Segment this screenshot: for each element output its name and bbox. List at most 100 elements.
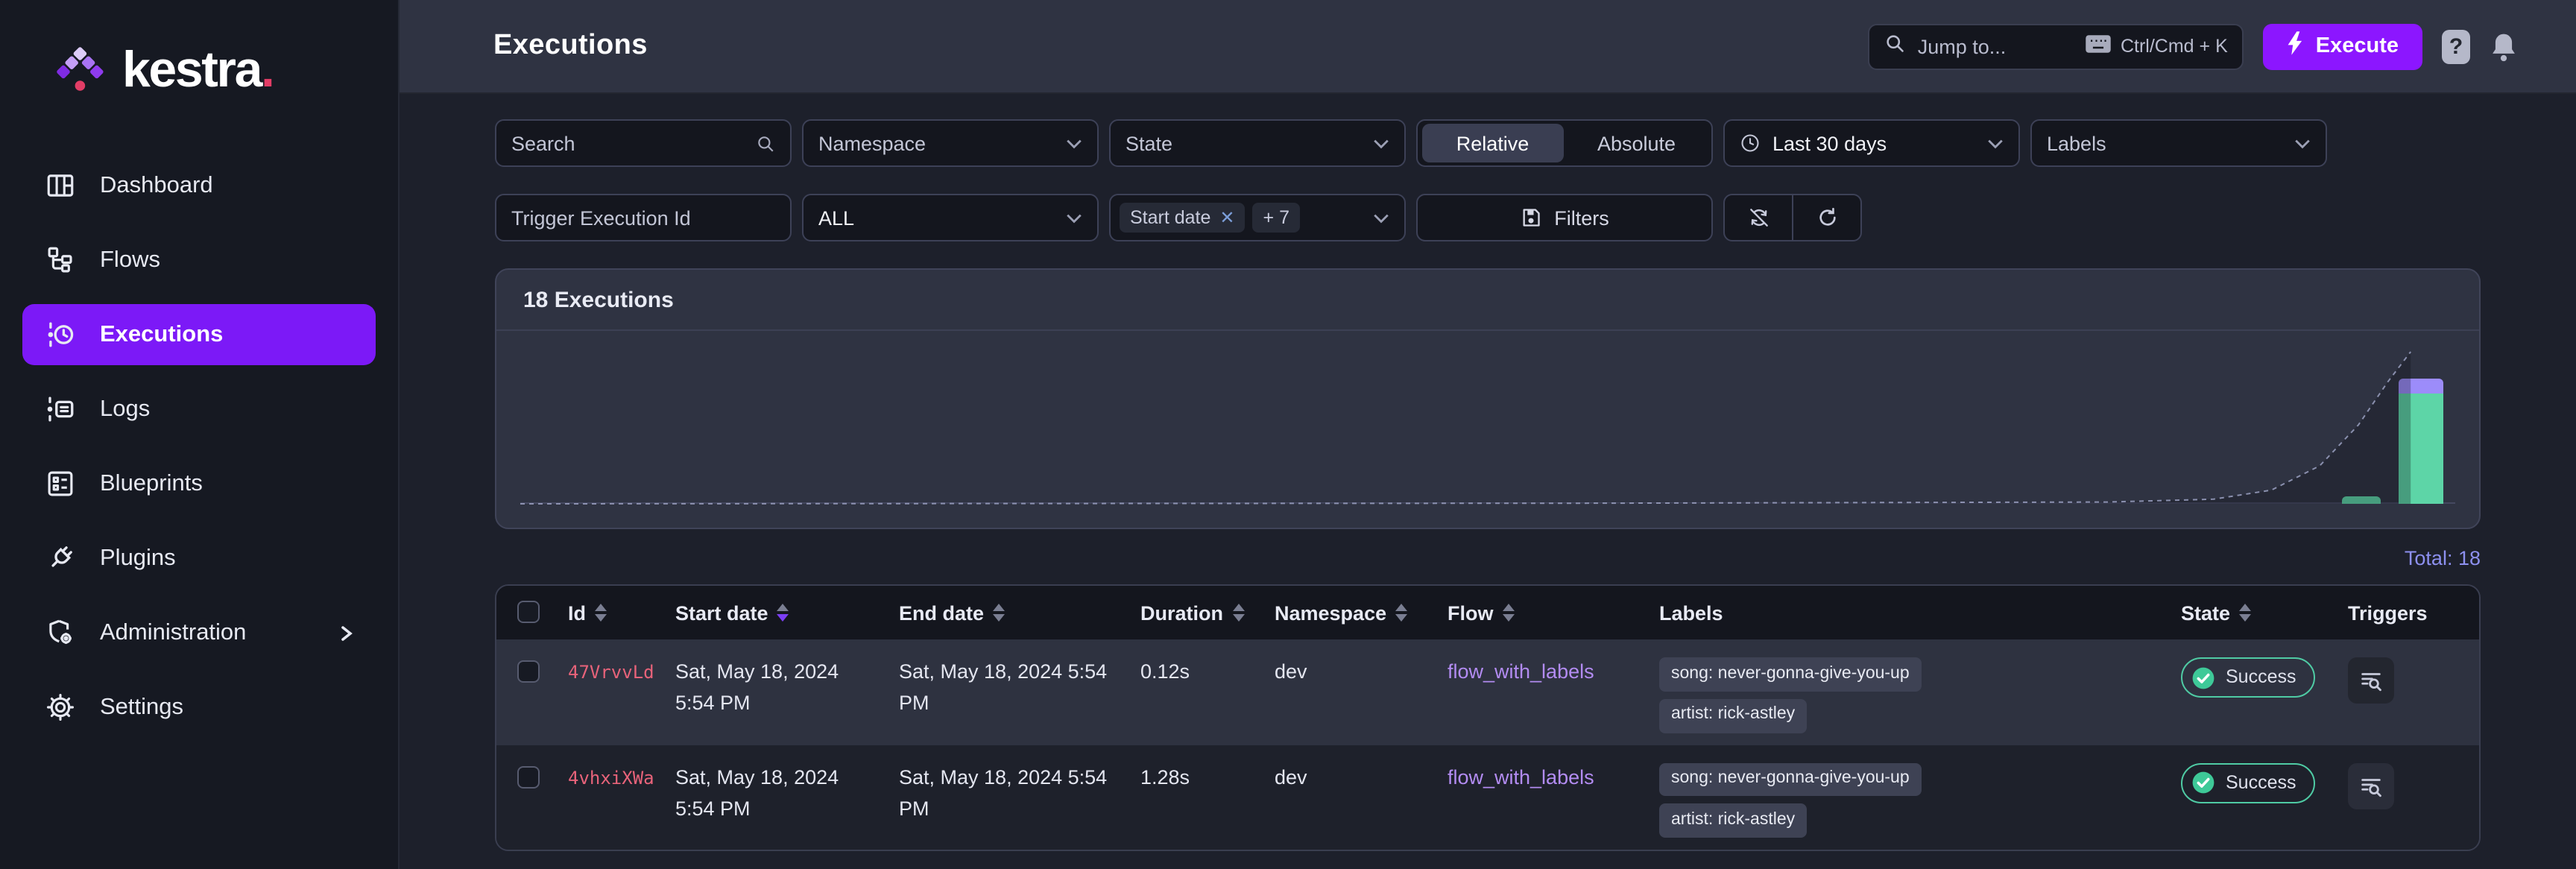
- sidebar-item-flows[interactable]: Flows: [22, 230, 376, 291]
- topbar-right: Jump to... Ctrl/Cmd + K Execute ?: [1868, 23, 2518, 69]
- column-header-inner[interactable]: End date: [899, 601, 1117, 624]
- start-date-chip[interactable]: Start date ✕: [1120, 203, 1246, 233]
- column-header-end-date: End date: [887, 586, 1128, 639]
- column-header-start-date: Start date: [663, 586, 887, 639]
- execution-id-link[interactable]: 4vhxiXWa: [568, 767, 654, 788]
- sort-desc-icon: [1395, 614, 1408, 622]
- time-range-select[interactable]: Last 30 days: [1723, 119, 2020, 167]
- table-header-row: Id Start date End date Duration Namespace Flo…: [496, 586, 2479, 639]
- sidebar-item-dashboard[interactable]: Dashboard: [22, 155, 376, 216]
- relative-toggle[interactable]: Relative: [1422, 124, 1563, 162]
- plugins-icon: [43, 542, 76, 575]
- flows-icon: [43, 244, 76, 276]
- total-count: Total: 18: [2404, 547, 2481, 569]
- auto-refresh-off-icon[interactable]: [1725, 195, 1792, 240]
- trigger-execution-id-input[interactable]: Trigger Execution Id: [495, 194, 792, 241]
- sidebar-item-logs[interactable]: Logs: [22, 379, 376, 440]
- keyboard-icon: [2086, 34, 2112, 58]
- column-header-flow: Flow: [1436, 586, 1647, 639]
- sidebar-item-administration[interactable]: Administration: [22, 602, 376, 663]
- sort-arrows-icon[interactable]: [1232, 604, 1244, 622]
- trigger-logs-button[interactable]: [2348, 657, 2394, 704]
- lightning-icon: [2288, 31, 2304, 61]
- sidebar-item-plugins[interactable]: Plugins: [22, 528, 376, 589]
- execute-button[interactable]: Execute: [2263, 23, 2422, 69]
- search-input[interactable]: Search: [495, 119, 792, 167]
- sidebar-item-blueprints[interactable]: Blueprints: [22, 453, 376, 514]
- help-icon[interactable]: ?: [2442, 29, 2470, 63]
- chart-trend-line: [520, 351, 2411, 505]
- more-filters-chip[interactable]: + 7: [1252, 203, 1300, 233]
- column-header-inner[interactable]: Start date: [675, 601, 875, 624]
- sidebar-item-label: Flows: [100, 247, 160, 272]
- table-row[interactable]: 47VrvvLd Sat, May 18, 2024 5:54 PM Sat, Ma…: [496, 639, 2479, 745]
- select-all-checkbox[interactable]: [517, 601, 540, 623]
- shortcut-hint: Ctrl/Cmd + K: [2120, 36, 2228, 57]
- executions-chart-plot[interactable]: [496, 331, 2479, 528]
- column-header-label: Duration: [1140, 601, 1223, 624]
- topbar: Executions Jump to... Ctrl/Cmd + K Execu…: [400, 0, 2576, 94]
- flow-link[interactable]: flow_with_labels: [1448, 765, 1594, 788]
- table-row[interactable]: 4vhxiXWa Sat, May 18, 2024 5:54 PM Sat, Ma…: [496, 745, 2479, 850]
- sidebar-item-label: Executions: [100, 321, 224, 347]
- column-header-inner[interactable]: Namespace: [1275, 601, 1424, 624]
- sidebar-item-label: Settings: [100, 694, 184, 719]
- page-title: Executions: [493, 30, 648, 61]
- sort-desc-icon: [2239, 614, 2252, 622]
- date-filter-select[interactable]: Start date ✕ + 7: [1109, 194, 1406, 241]
- start-date-cell: Sat, May 18, 2024 5:54 PM: [675, 660, 839, 714]
- sort-arrows-icon[interactable]: [595, 604, 607, 622]
- column-header-duration: Duration: [1128, 586, 1263, 639]
- administration-icon: [43, 616, 76, 649]
- sidebar-item-executions[interactable]: Executions: [22, 304, 376, 365]
- column-header-inner[interactable]: Id: [568, 601, 651, 624]
- chevron-down-icon: [1066, 212, 1082, 223]
- notifications-bell-icon[interactable]: [2490, 31, 2518, 62]
- sort-asc-icon: [1395, 604, 1408, 611]
- sort-arrows-icon[interactable]: [2239, 604, 2252, 622]
- jump-to-search[interactable]: Jump to... Ctrl/Cmd + K: [1868, 23, 2244, 69]
- row-checkbox-cell: [496, 639, 556, 745]
- flow-link[interactable]: flow_with_labels: [1448, 660, 1594, 683]
- row-checkbox[interactable]: [517, 660, 540, 683]
- executions-count-header: 18 Executions: [496, 270, 2479, 331]
- header-checkbox-cell: [496, 586, 556, 639]
- absolute-toggle[interactable]: Absolute: [1566, 124, 1707, 162]
- sort-asc-icon: [1502, 604, 1515, 611]
- column-header-label: Id: [568, 601, 586, 624]
- sort-arrows-icon[interactable]: [1502, 604, 1515, 622]
- end-date-cell: Sat, May 18, 2024 5:54 PM: [899, 765, 1108, 820]
- state-select[interactable]: State: [1109, 119, 1406, 167]
- column-header-inner: Labels: [1659, 601, 2157, 624]
- sort-arrows-icon[interactable]: [1395, 604, 1408, 622]
- refresh-controls: [1723, 194, 1862, 241]
- sort-desc-icon: [1502, 614, 1515, 622]
- clock-icon: [1740, 133, 1761, 154]
- column-header-inner[interactable]: Flow: [1448, 601, 1635, 624]
- labels-select[interactable]: Labels: [2030, 119, 2327, 167]
- execution-id-link[interactable]: 47VrvvLd: [568, 662, 654, 683]
- row-checkbox[interactable]: [517, 765, 540, 789]
- save-filters-button[interactable]: Filters: [1416, 194, 1713, 241]
- column-header-label: Namespace: [1275, 601, 1387, 624]
- refresh-icon[interactable]: [1792, 195, 1860, 240]
- namespace-select[interactable]: Namespace: [802, 119, 1099, 167]
- flow-cell: flow_with_labels: [1436, 639, 1647, 745]
- column-header-inner[interactable]: Duration: [1140, 601, 1251, 624]
- kestra-logo[interactable]: kestra.: [0, 0, 398, 122]
- column-header-label: Start date: [675, 601, 768, 624]
- sort-arrows-icon[interactable]: [993, 604, 1006, 622]
- state-label: Success: [2226, 771, 2296, 793]
- column-header-inner[interactable]: State: [2181, 601, 2324, 624]
- remove-chip-icon[interactable]: ✕: [1219, 207, 1234, 228]
- sort-arrows-icon[interactable]: [777, 604, 789, 622]
- filters-row-2: Trigger Execution Id ALL Start date ✕ + …: [495, 194, 2576, 241]
- sidebar-item-settings[interactable]: Settings: [22, 677, 376, 738]
- triggers-cell: [2336, 745, 2479, 850]
- column-header-label: End date: [899, 601, 985, 624]
- trigger-logs-button[interactable]: [2348, 762, 2394, 809]
- column-header-label: State: [2181, 601, 2231, 624]
- executions-icon: [43, 318, 76, 351]
- column-header-inner: Triggers: [2348, 601, 2467, 624]
- scope-select[interactable]: ALL: [802, 194, 1099, 241]
